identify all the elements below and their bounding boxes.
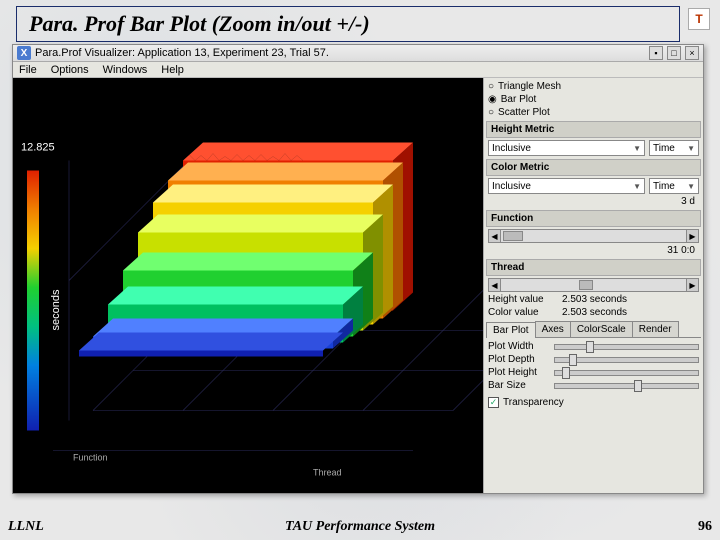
menu-options[interactable]: Options xyxy=(51,64,89,76)
scale-max-label: 12.825 xyxy=(21,142,55,154)
radio-triangle-label: Triangle Mesh xyxy=(498,81,561,92)
titlebar[interactable]: X Para.Prof Visualizer: Application 13, … xyxy=(13,45,703,62)
bar-size-slider[interactable] xyxy=(554,383,699,389)
height-unit-combo[interactable]: Time xyxy=(649,140,699,156)
close-button[interactable]: × xyxy=(685,46,699,60)
function-header: Function xyxy=(486,210,701,227)
minimize-button[interactable]: ▪ xyxy=(649,46,663,60)
color-value-label: Color value xyxy=(488,307,558,318)
plot-depth-slider[interactable] xyxy=(554,357,699,363)
slide-footer: LLNL TAU Performance System 96 xyxy=(0,518,720,536)
function-scrollbar[interactable]: ◀▶ xyxy=(488,229,699,243)
y-axis-label: Function xyxy=(73,453,108,463)
tab-bar-plot[interactable]: Bar Plot xyxy=(486,322,536,338)
radio-scatter-label: Scatter Plot xyxy=(498,107,550,118)
z-axis-label: seconds xyxy=(50,289,62,330)
maximize-button[interactable]: □ xyxy=(667,46,681,60)
thread-scrollbar[interactable]: ◀▶ xyxy=(488,278,699,292)
thread-header: Thread xyxy=(486,259,701,276)
height-value: 2.503 seconds xyxy=(562,294,627,305)
height-value-label: Height value xyxy=(488,294,558,305)
footer-center: TAU Performance System xyxy=(285,519,435,535)
slide-title: Para. Prof Bar Plot (Zoom in/out +/-) xyxy=(16,6,680,42)
plot-width-label: Plot Width xyxy=(488,341,550,352)
tab-axes[interactable]: Axes xyxy=(535,321,571,337)
tab-colorscale[interactable]: ColorScale xyxy=(570,321,633,337)
color-unit-combo[interactable]: Time xyxy=(649,178,699,194)
footer-page-number: 96 xyxy=(698,519,712,535)
height-metric-combo[interactable]: Inclusive xyxy=(488,140,645,156)
plot-height-slider[interactable] xyxy=(554,370,699,376)
plot-width-slider[interactable] xyxy=(554,344,699,350)
plot-depth-label: Plot Depth xyxy=(488,354,550,365)
bar-size-label: Bar Size xyxy=(488,380,550,391)
radio-scatter[interactable]: ○ xyxy=(488,107,494,118)
bar-rows xyxy=(79,143,413,357)
xwin-icon: X xyxy=(17,46,31,60)
menu-help[interactable]: Help xyxy=(161,64,184,76)
footer-left: LLNL xyxy=(8,519,44,535)
radio-bar-label: Bar Plot xyxy=(501,94,537,105)
transparency-label: Transparency xyxy=(503,397,564,408)
color-value: 2.503 seconds xyxy=(562,307,627,318)
app-window: X Para.Prof Visualizer: Application 13, … xyxy=(12,44,704,494)
side-panel: ○ Triangle Mesh ◉ Bar Plot ○ Scatter Plot H… xyxy=(483,78,703,493)
corner-logo: T xyxy=(688,8,710,30)
tab-render[interactable]: Render xyxy=(632,321,679,337)
menubar: File Options Windows Help xyxy=(13,62,703,78)
menu-windows[interactable]: Windows xyxy=(103,64,148,76)
radio-bar[interactable]: ◉ xyxy=(488,94,497,105)
transparency-checkbox[interactable]: ✓ xyxy=(488,397,499,408)
window-title: Para.Prof Visualizer: Application 13, Ex… xyxy=(35,47,329,59)
color-metric-header: Color Metric xyxy=(486,159,701,176)
menu-file[interactable]: File xyxy=(19,64,37,76)
color-metric-combo[interactable]: Inclusive xyxy=(488,178,645,194)
viz-canvas[interactable]: 12.825 seconds xyxy=(13,78,483,493)
function-index: 3 d xyxy=(486,195,701,208)
x-axis-label: Thread xyxy=(313,468,342,478)
render-tabs: Bar Plot Axes ColorScale Render xyxy=(486,321,701,338)
height-metric-header: Height Metric xyxy=(486,121,701,138)
thread-index: 31 0:0 xyxy=(486,244,701,257)
barplot-3d-svg: 12.825 seconds xyxy=(13,78,483,493)
plot-height-label: Plot Height xyxy=(488,367,550,378)
radio-triangle[interactable]: ○ xyxy=(488,81,494,92)
